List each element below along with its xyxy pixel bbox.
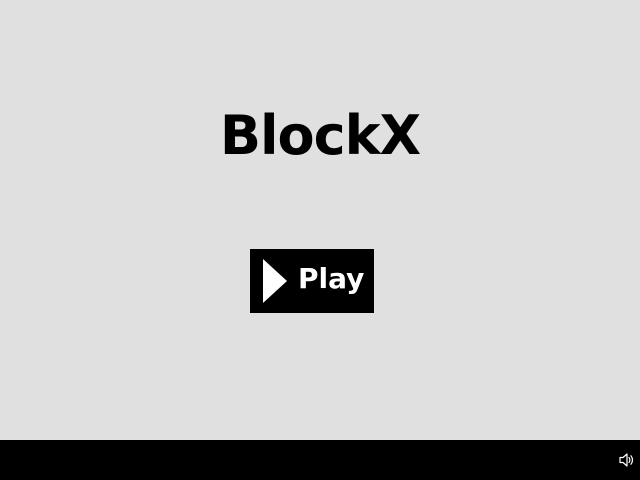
speaker-icon[interactable] <box>618 451 636 469</box>
game-title: BlockX <box>219 104 421 167</box>
bottom-bar <box>0 440 640 480</box>
play-button[interactable]: Play <box>250 249 374 313</box>
game-stage: BlockX Play <box>0 0 640 440</box>
play-icon <box>263 259 287 303</box>
play-button-label: Play <box>298 262 365 295</box>
